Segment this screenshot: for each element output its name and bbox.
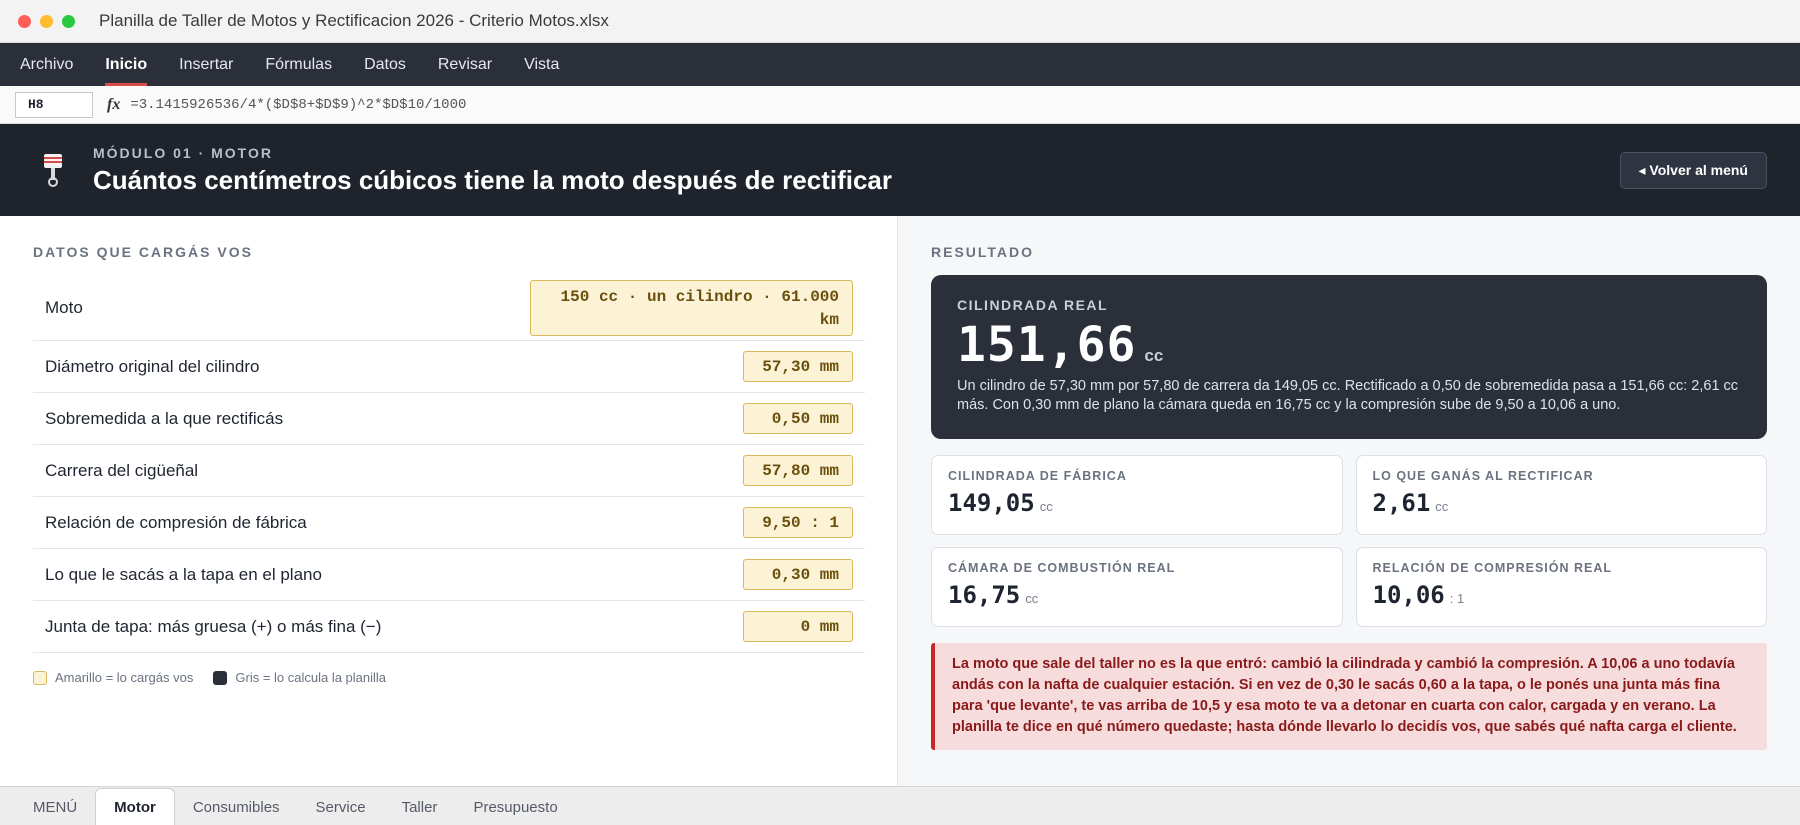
- input-row-diametro: Diámetro original del cilindro 57,30 mm: [33, 341, 865, 393]
- input-row-compresion: Relación de compresión de fábrica 9,50 :…: [33, 497, 865, 549]
- tab-presupuesto[interactable]: Presupuesto: [455, 790, 575, 825]
- input-label: Diámetro original del cilindro: [45, 356, 260, 376]
- formula-input[interactable]: =3.1415926536/4*($D$8+$D$9)^2*$D$10/1000: [130, 97, 466, 113]
- input-label: Lo que le sacás a la tapa en el plano: [45, 564, 322, 584]
- main-result-description: Un cilindro de 57,30 mm por 57,80 de car…: [957, 378, 1739, 413]
- results-panel: RESULTADO CILINDRADA REAL 151,66 cc Un c…: [898, 216, 1800, 786]
- kpi-unit: : 1: [1449, 591, 1465, 606]
- kpi-label: LO QUE GANÁS AL RECTIFICAR: [1372, 469, 1594, 483]
- input-row-junta: Junta de tapa: más gruesa (+) o más fina…: [33, 601, 865, 653]
- results-section-label: RESULTADO: [931, 244, 1035, 260]
- yellow-swatch: [33, 670, 47, 685]
- carrera-input[interactable]: 57,80 mm: [743, 455, 853, 486]
- menu-revisar[interactable]: Revisar: [422, 43, 508, 86]
- junta-input[interactable]: 0 mm: [743, 611, 853, 642]
- kpi-value: 2,61: [1372, 489, 1431, 517]
- page-title: Cuántos centímetros cúbicos tiene la mot…: [93, 164, 892, 195]
- main-result-label: CILINDRADA REAL: [957, 297, 1109, 313]
- tab-menu[interactable]: MENÚ: [15, 790, 95, 825]
- input-label: Sobremedida a la que rectificás: [45, 408, 284, 428]
- kpi-value: 16,75: [948, 581, 1021, 609]
- compresion-input[interactable]: 9,50 : 1: [743, 507, 853, 538]
- diametro-input[interactable]: 57,30 mm: [743, 351, 853, 382]
- main-result-card: CILINDRADA REAL 151,66 cc Un cilindro de…: [931, 275, 1767, 439]
- input-label: Relación de compresión de fábrica: [45, 512, 307, 532]
- color-legend: Amarillo = lo cargás vos Gris = lo calcu…: [33, 670, 865, 685]
- input-row-plano: Lo que le sacás a la tapa en el plano 0,…: [33, 549, 865, 601]
- kpi-grid: CILINDRADA DE FÁBRICA 149,05 cc LO QUE G…: [931, 455, 1767, 627]
- input-row-carrera: Carrera del cigüeñal 57,80 mm: [33, 445, 865, 497]
- window-title: Planilla de Taller de Motos y Rectificac…: [99, 11, 609, 30]
- tab-taller[interactable]: Taller: [384, 790, 456, 825]
- legend-yellow-text: Amarillo = lo cargás vos: [55, 670, 194, 685]
- kpi-card: CILINDRADA DE FÁBRICA 149,05 cc: [931, 455, 1343, 535]
- input-label: Carrera del cigüeñal: [45, 460, 199, 480]
- kpi-card: RELACIÓN DE COMPRESIÓN REAL 10,06 : 1: [1355, 547, 1767, 627]
- inputs-panel: DATOS QUE CARGÁS VOS Moto 150 cc · un ci…: [0, 216, 898, 786]
- tab-motor[interactable]: Motor: [95, 788, 175, 825]
- tab-consumibles[interactable]: Consumibles: [175, 790, 298, 825]
- menu-formulas[interactable]: Fórmulas: [249, 43, 348, 86]
- main-result-value: 151,66: [957, 317, 1137, 373]
- sobremedida-input[interactable]: 0,50 mm: [743, 403, 853, 434]
- menu-vista[interactable]: Vista: [508, 43, 575, 86]
- kpi-label: CÁMARA DE COMBUSTIÓN REAL: [948, 561, 1176, 575]
- minimize-window-button[interactable]: [40, 14, 53, 28]
- kpi-unit: cc: [1025, 591, 1039, 606]
- module-subtitle: MÓDULO 01 · MOTOR: [93, 144, 273, 161]
- kpi-label: CILINDRADA DE FÁBRICA: [948, 469, 1127, 483]
- kpi-card: CÁMARA DE COMBUSTIÓN REAL 16,75 cc: [931, 547, 1343, 627]
- kpi-label: RELACIÓN DE COMPRESIÓN REAL: [1372, 561, 1613, 575]
- menu-archivo[interactable]: Archivo: [20, 43, 89, 86]
- main-content: DATOS QUE CARGÁS VOS Moto 150 cc · un ci…: [0, 216, 1800, 786]
- zoom-window-button[interactable]: [62, 14, 75, 28]
- menu-insertar[interactable]: Insertar: [163, 43, 249, 86]
- window-controls: [18, 14, 75, 28]
- kpi-unit: cc: [1435, 499, 1449, 514]
- tab-service[interactable]: Service: [298, 790, 384, 825]
- piston-icon: [23, 140, 83, 200]
- menu-inicio[interactable]: Inicio: [89, 43, 163, 86]
- fx-icon: fx: [107, 95, 121, 113]
- gray-swatch: [213, 670, 228, 685]
- kpi-value: 10,06: [1372, 581, 1445, 609]
- sheet-tabs: MENÚ Motor Consumibles Service Taller Pr…: [0, 786, 1800, 825]
- module-header: MÓDULO 01 · MOTOR Cuántos centímetros cú…: [0, 124, 1800, 216]
- input-label: Junta de tapa: más gruesa (+) o más fina…: [45, 616, 382, 636]
- kpi-card: LO QUE GANÁS AL RECTIFICAR 2,61 cc: [1355, 455, 1767, 535]
- kpi-unit: cc: [1039, 499, 1053, 514]
- window-titlebar: Planilla de Taller de Motos y Rectificac…: [0, 0, 1800, 43]
- moto-input[interactable]: 150 cc · un cilindro · 61.000 km: [530, 279, 853, 336]
- close-window-button[interactable]: [18, 14, 31, 28]
- formula-bar: H8 fx =3.1415926536/4*($D$8+$D$9)^2*$D$1…: [0, 86, 1800, 124]
- legend-gray-text: Gris = lo calcula la planilla: [235, 670, 387, 685]
- kpi-value: 149,05: [948, 489, 1035, 517]
- plano-input[interactable]: 0,30 mm: [743, 559, 853, 590]
- input-label: Moto: [45, 297, 83, 317]
- cell-name-box[interactable]: H8: [15, 91, 93, 118]
- compression-warning: La moto que sale del taller no es la que…: [931, 643, 1767, 750]
- ribbon-menu: Archivo Inicio Insertar Fórmulas Datos R…: [0, 43, 1800, 86]
- input-row-sobremedida: Sobremedida a la que rectificás 0,50 mm: [33, 393, 865, 445]
- back-to-menu-button[interactable]: ◂ Volver al menú: [1619, 152, 1767, 189]
- menu-datos[interactable]: Datos: [348, 43, 422, 86]
- inputs-section-label: DATOS QUE CARGÁS VOS: [33, 244, 253, 260]
- input-row-moto: Moto 150 cc · un cilindro · 61.000 km: [33, 275, 865, 341]
- main-result-unit: cc: [1144, 346, 1164, 365]
